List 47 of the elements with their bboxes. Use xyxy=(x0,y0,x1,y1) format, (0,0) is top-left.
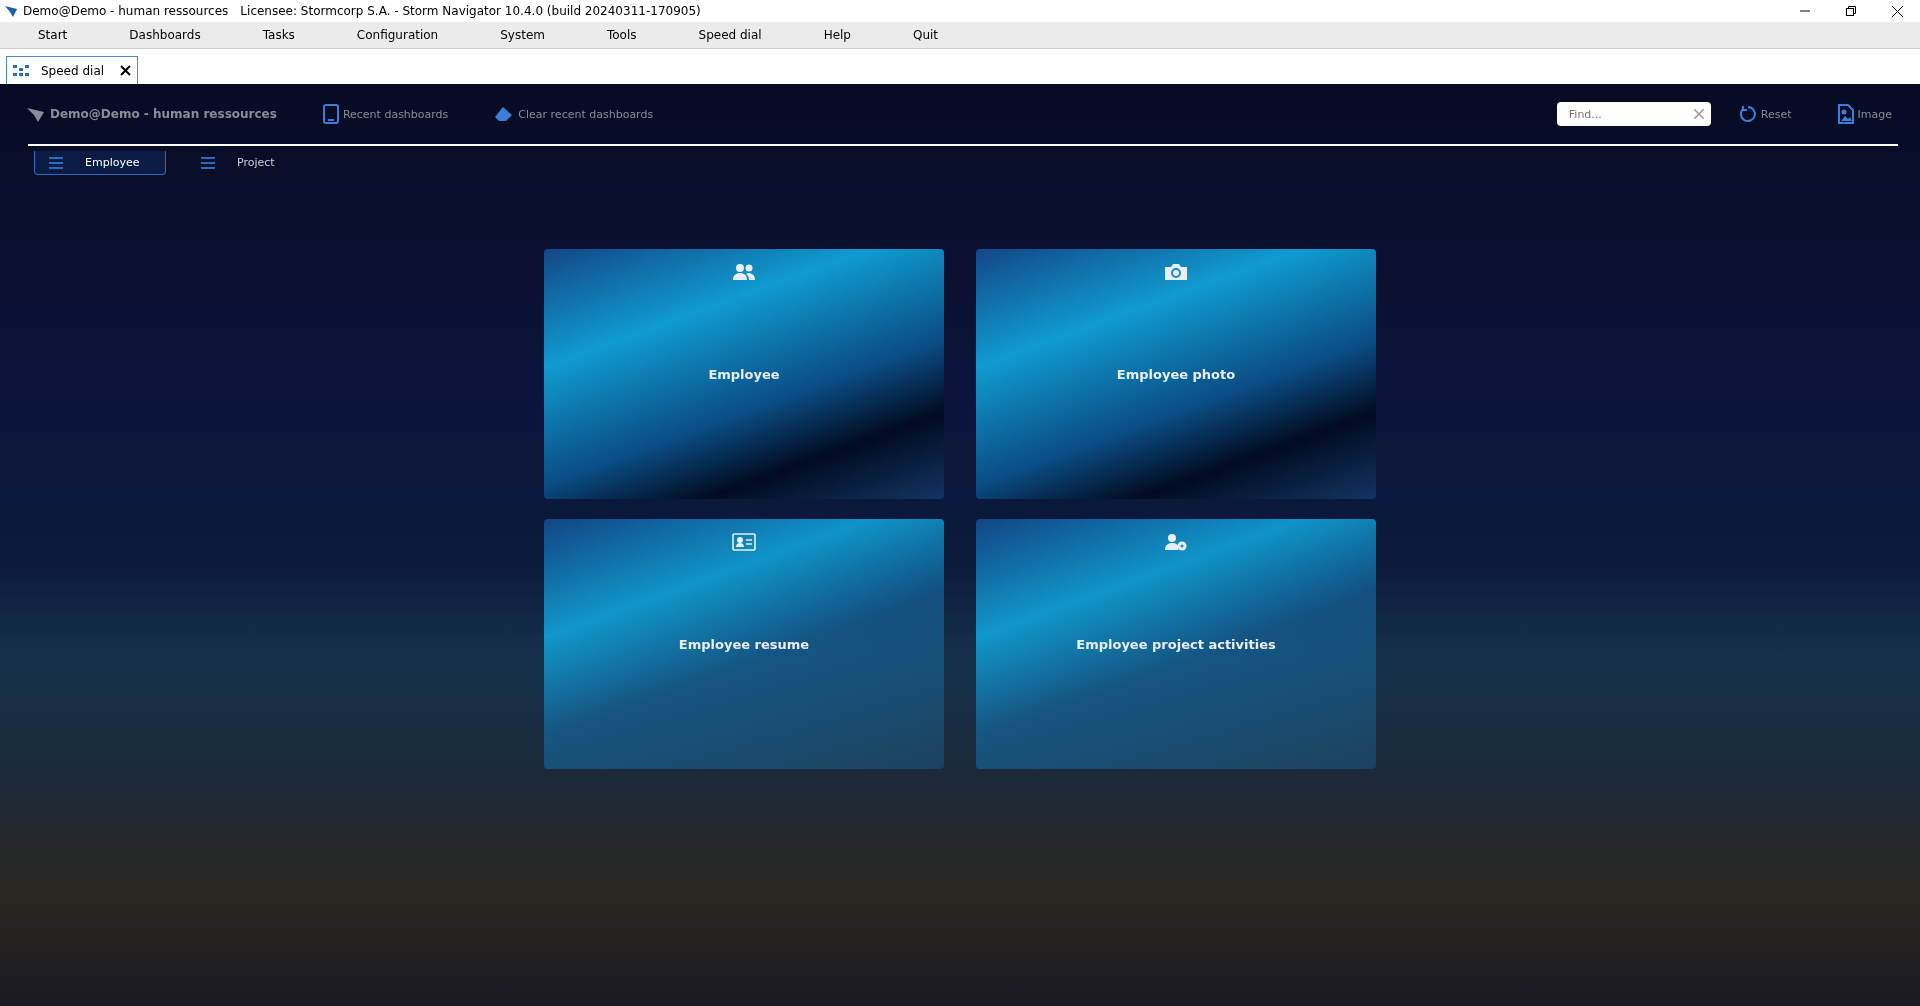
menu-icon xyxy=(201,156,215,169)
camera-icon xyxy=(1164,263,1188,281)
eraser-icon xyxy=(494,106,515,122)
dashboard-tile[interactable]: Employee photo xyxy=(976,249,1376,499)
menu-item[interactable]: Help xyxy=(823,28,851,42)
dashboard-icon xyxy=(13,64,29,77)
dashboard-tile[interactable]: Employee project activities xyxy=(976,519,1376,769)
close-tab-button[interactable] xyxy=(120,65,131,76)
toolbar-link[interactable]: Clear recent dashboards xyxy=(494,104,654,124)
menu-item[interactable]: System xyxy=(500,28,545,42)
refresh-icon xyxy=(1738,105,1757,123)
user-gear-icon xyxy=(1164,533,1188,551)
tab-label: Speed dial xyxy=(41,63,105,78)
menu-item[interactable]: Tools xyxy=(607,28,637,42)
tile-label: Employee xyxy=(708,367,780,382)
menu-item[interactable]: Configuration xyxy=(356,28,439,42)
document-tab[interactable]: Speed dial xyxy=(6,56,138,84)
clear-icon[interactable] xyxy=(1693,109,1704,119)
menu-item[interactable]: Speed dial xyxy=(698,28,762,42)
menu-item[interactable]: Tasks xyxy=(262,28,295,42)
toolbar-button[interactable]: Image xyxy=(1837,104,1892,124)
dashboard-tile[interactable]: Employee resume xyxy=(544,519,944,769)
app-logo-icon xyxy=(4,4,18,18)
people-icon xyxy=(732,263,756,281)
close-icon xyxy=(120,65,131,76)
id-card-icon xyxy=(732,533,756,551)
window-title: Demo@Demo - human ressources xyxy=(23,4,229,18)
tablet-icon xyxy=(322,104,339,124)
menu-icon xyxy=(49,156,63,169)
tile-label: Employee photo xyxy=(1116,367,1236,382)
menu-item[interactable]: Quit xyxy=(913,28,939,42)
tile-label: Employee project activities xyxy=(1076,637,1276,652)
menu-item[interactable]: Dashboards xyxy=(129,28,201,42)
tile-label: Employee resume xyxy=(678,637,810,652)
close-icon xyxy=(1891,5,1903,17)
user-label: Demo@Demo - human ressources xyxy=(50,107,277,121)
image-file-icon xyxy=(1837,104,1854,124)
license-text: Licensee: Stormcorp S.A. - Storm Navigator 10.4.0 (build 20240311-170905) xyxy=(240,4,701,18)
menu-item[interactable]: Start xyxy=(38,28,68,42)
logo-icon xyxy=(26,105,46,123)
toolbar-link[interactable]: Recent dashboards xyxy=(322,104,449,124)
restore-icon xyxy=(1846,6,1856,16)
dashboard-tab[interactable]: Employee xyxy=(34,151,166,175)
dashboard-tile[interactable]: Employee xyxy=(544,249,944,499)
toolbar-button[interactable]: Reset xyxy=(1738,104,1792,124)
search-field[interactable]: Find... xyxy=(1556,102,1711,126)
dashboard-tab[interactable]: Project xyxy=(186,151,318,175)
